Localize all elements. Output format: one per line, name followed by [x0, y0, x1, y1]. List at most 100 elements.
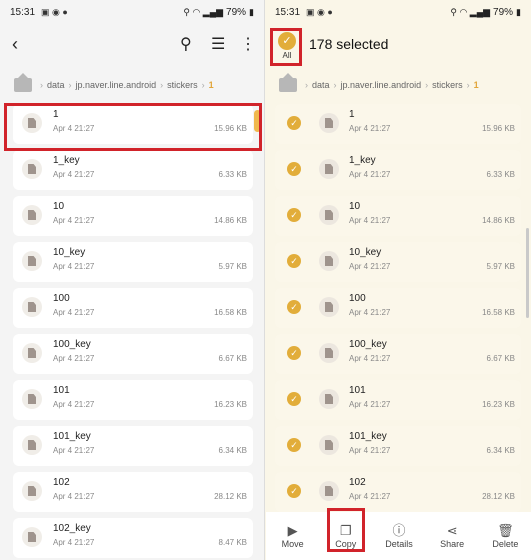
- file-name: 102: [349, 477, 366, 488]
- file-icon: [319, 343, 339, 363]
- file-date: Apr 4 21:27: [349, 216, 391, 225]
- back-arrow-icon[interactable]: ‹: [12, 34, 32, 54]
- status-bar: 15:31 ▣ ◉ ● ⚲ ◠ ▂▄▆ 79% ▮: [0, 0, 264, 24]
- breadcrumb-item[interactable]: data: [47, 80, 65, 90]
- breadcrumb-item[interactable]: jp.naver.line.android: [341, 80, 422, 90]
- list-item[interactable]: ✓ 101 Apr 4 21:27 16.23 KB: [265, 376, 531, 422]
- details-button[interactable]: ⓘ Details: [375, 523, 423, 549]
- delete-button[interactable]: 🗑 Delete: [481, 523, 529, 549]
- file-date: Apr 4 21:27: [53, 400, 95, 409]
- file-date: Apr 4 21:27: [349, 308, 391, 317]
- breadcrumb-current[interactable]: 1: [474, 80, 479, 90]
- file-icon: [22, 159, 42, 179]
- list-item[interactable]: ✓ 101_key Apr 4 21:27 6.34 KB: [265, 422, 531, 468]
- file-icon: [319, 297, 339, 317]
- file-name: 102_key: [53, 523, 91, 534]
- list-item[interactable]: 10_key Apr 4 21:27 5.97 KB: [0, 238, 264, 284]
- file-size: 16.23 KB: [482, 400, 515, 409]
- battery-text: 79%: [493, 6, 514, 18]
- share-icon: ⋖: [446, 523, 458, 538]
- file-name: 101: [53, 385, 70, 396]
- list-item[interactable]: 102_key Apr 4 21:27 8.47 KB: [0, 514, 264, 560]
- move-folder-icon: ▶: [287, 523, 298, 538]
- file-name: 10: [349, 201, 361, 212]
- app-bar: ‹ ⚲ ☰ ⋮: [0, 28, 264, 62]
- battery-icon: ▮: [249, 6, 254, 17]
- file-icon: [22, 389, 42, 409]
- notification-icons: ▣ ◉ ●: [306, 6, 333, 17]
- breadcrumb-separator: ›: [425, 80, 429, 90]
- list-item[interactable]: 100_key Apr 4 21:27 6.67 KB: [0, 330, 264, 376]
- notification-icons: ▣ ◉ ●: [41, 6, 68, 17]
- list-item[interactable]: 10 Apr 4 21:27 14.86 KB: [0, 192, 264, 238]
- file-date: Apr 4 21:27: [349, 170, 391, 179]
- checkbox-checked-icon[interactable]: ✓: [287, 254, 301, 268]
- file-name: 10_key: [53, 247, 86, 258]
- list-item[interactable]: 101 Apr 4 21:27 16.23 KB: [0, 376, 264, 422]
- highlight-first-row: [4, 103, 262, 151]
- search-icon[interactable]: ⚲: [180, 34, 192, 54]
- checkbox-checked-icon[interactable]: ✓: [287, 116, 301, 130]
- home-icon[interactable]: [14, 73, 32, 92]
- scrollbar[interactable]: [526, 228, 529, 318]
- list-item[interactable]: 100 Apr 4 21:27 16.58 KB: [0, 284, 264, 330]
- list-item[interactable]: ✓ 1_key Apr 4 21:27 6.33 KB: [265, 146, 531, 192]
- breadcrumb: › data › jp.naver.line.android › sticker…: [265, 70, 531, 100]
- file-list: 1 Apr 4 21:27 15.96 KB 1_key Apr 4 21:27 6.3…: [0, 100, 264, 560]
- status-right: ⚲ ◠ ▂▄▆ 79% ▮: [183, 7, 254, 18]
- file-name: 101_key: [349, 431, 387, 442]
- file-date: Apr 4 21:27: [349, 354, 391, 363]
- checkbox-checked-icon[interactable]: ✓: [287, 300, 301, 314]
- checkbox-checked-icon[interactable]: ✓: [287, 438, 301, 452]
- file-icon: [319, 205, 339, 225]
- checkbox-checked-icon[interactable]: ✓: [287, 484, 301, 498]
- breadcrumb-item[interactable]: stickers: [432, 80, 463, 90]
- file-date: Apr 4 21:27: [53, 354, 95, 363]
- file-size: 6.67 KB: [486, 354, 515, 363]
- list-item[interactable]: ✓ 102 Apr 4 21:27 28.12 KB: [265, 468, 531, 514]
- breadcrumb-item[interactable]: jp.naver.line.android: [76, 80, 157, 90]
- list-item[interactable]: 1_key Apr 4 21:27 6.33 KB: [0, 146, 264, 192]
- details-label: Details: [385, 539, 413, 549]
- file-size: 15.96 KB: [482, 124, 515, 133]
- home-icon[interactable]: [279, 73, 297, 92]
- list-item[interactable]: ✓ 10_key Apr 4 21:27 5.97 KB: [265, 238, 531, 284]
- share-button[interactable]: ⋖ Share: [428, 523, 476, 549]
- file-date: Apr 4 21:27: [349, 400, 391, 409]
- file-size: 6.33 KB: [218, 170, 247, 179]
- status-right: ⚲ ◠ ▂▄▆ 79% ▮: [450, 7, 521, 18]
- breadcrumb-item[interactable]: stickers: [167, 80, 198, 90]
- list-item[interactable]: 101_key Apr 4 21:27 6.34 KB: [0, 422, 264, 468]
- file-size: 5.97 KB: [486, 262, 515, 271]
- list-item[interactable]: ✓ 100 Apr 4 21:27 16.58 KB: [265, 284, 531, 330]
- list-view-icon[interactable]: ☰: [211, 34, 225, 54]
- file-icon: [319, 435, 339, 455]
- file-name: 102: [53, 477, 70, 488]
- list-item[interactable]: ✓ 10 Apr 4 21:27 14.86 KB: [265, 192, 531, 238]
- checkbox-checked-icon[interactable]: ✓: [287, 346, 301, 360]
- file-name: 100_key: [53, 339, 91, 350]
- list-item[interactable]: ✓ 100_key Apr 4 21:27 6.67 KB: [265, 330, 531, 376]
- file-icon: [319, 113, 339, 133]
- file-date: Apr 4 21:27: [53, 170, 95, 179]
- file-date: Apr 4 21:27: [53, 538, 95, 547]
- more-options-icon[interactable]: ⋮: [240, 34, 256, 54]
- file-date: Apr 4 21:27: [53, 216, 95, 225]
- breadcrumb-current[interactable]: 1: [209, 80, 214, 90]
- battery-icon: ▮: [516, 6, 521, 17]
- screenshot-root: 15:31 ▣ ◉ ● ⚲ ◠ ▂▄▆ 79% ▮ ‹ ⚲ ☰ ⋮ › data…: [0, 0, 531, 560]
- file-name: 100_key: [349, 339, 387, 350]
- list-item[interactable]: ✓ 1 Apr 4 21:27 15.96 KB: [265, 100, 531, 146]
- checkbox-checked-icon[interactable]: ✓: [287, 162, 301, 176]
- breadcrumb-item[interactable]: data: [312, 80, 330, 90]
- list-item[interactable]: 102 Apr 4 21:27 28.12 KB: [0, 468, 264, 514]
- checkbox-checked-icon[interactable]: ✓: [287, 208, 301, 222]
- checkbox-checked-icon[interactable]: ✓: [287, 392, 301, 406]
- file-icon: [319, 481, 339, 501]
- file-icon: [22, 205, 42, 225]
- left-panel: 15:31 ▣ ◉ ● ⚲ ◠ ▂▄▆ 79% ▮ ‹ ⚲ ☰ ⋮ › data…: [0, 0, 265, 560]
- file-name: 100: [53, 293, 70, 304]
- file-icon: [319, 159, 339, 179]
- move-button[interactable]: ▶ Move: [269, 523, 317, 549]
- file-size: 5.97 KB: [218, 262, 247, 271]
